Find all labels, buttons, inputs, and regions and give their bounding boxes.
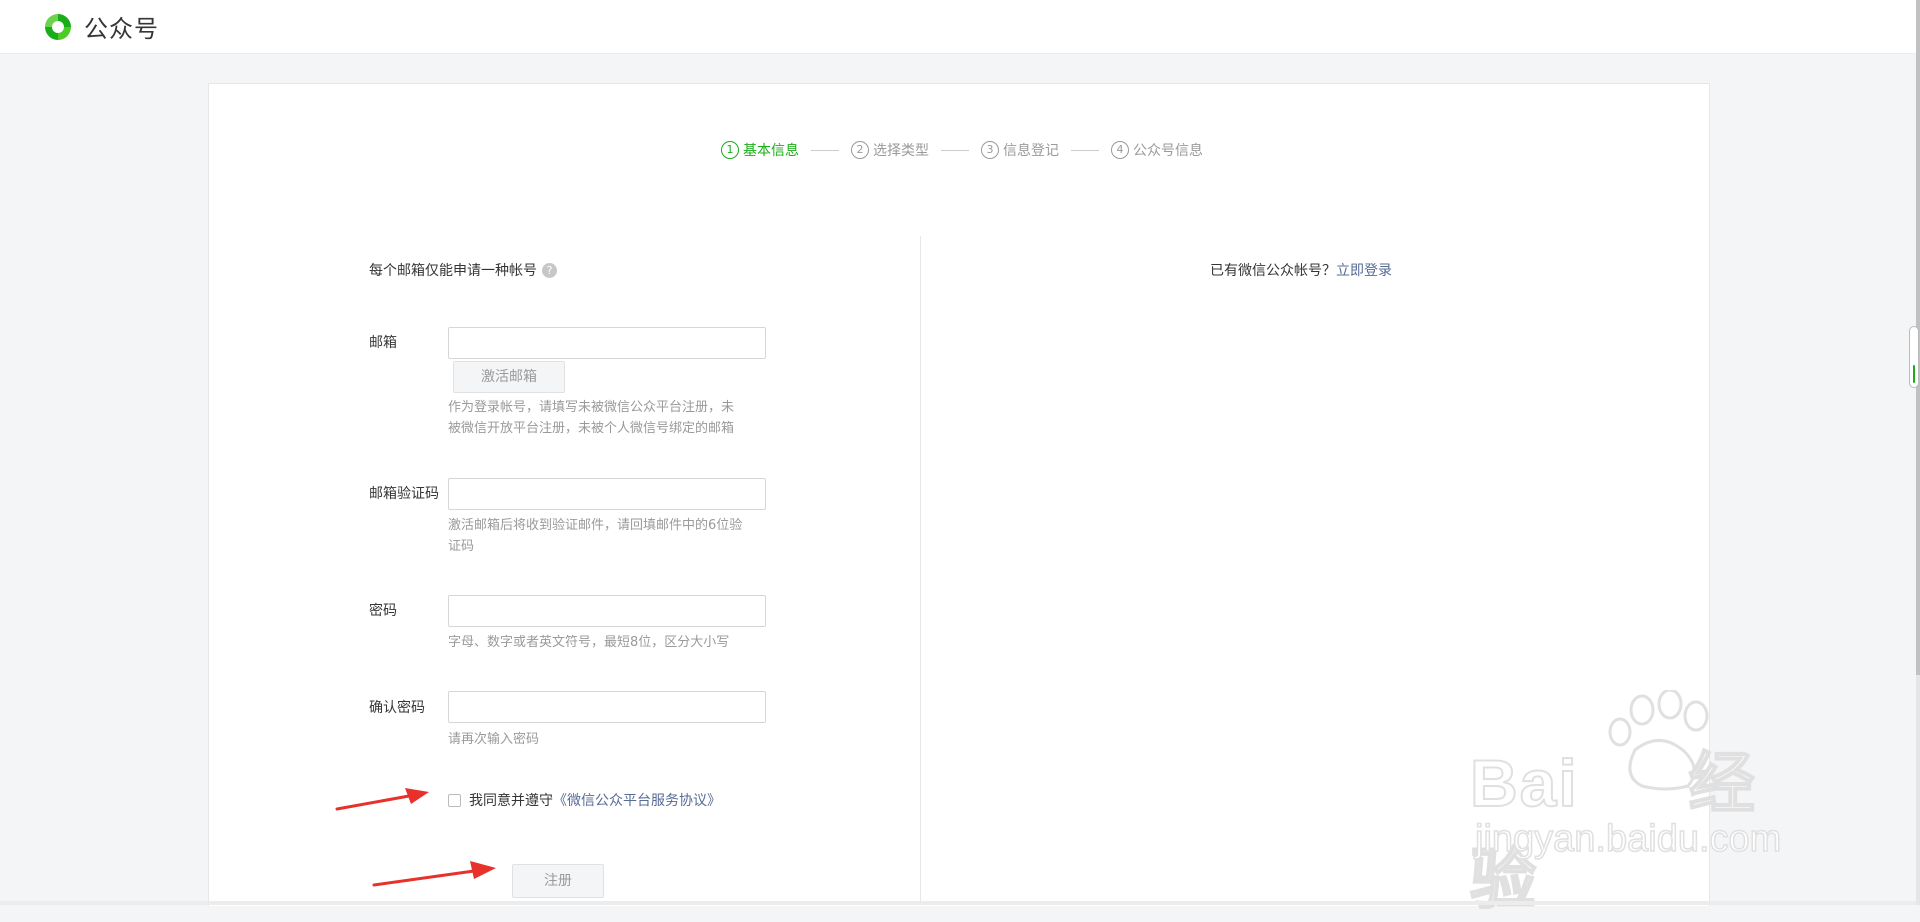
confirm-password-input[interactable] [448, 691, 766, 723]
login-prompt: 已有微信公众帐号？立即登录 [1210, 260, 1392, 280]
scroll-indicator-icon[interactable] [1909, 326, 1919, 388]
confirm-password-hint: 请再次输入密码 [448, 732, 540, 747]
login-link[interactable]: 立即登录 [1336, 263, 1392, 279]
step-connector [941, 149, 969, 151]
step-connector [1071, 149, 1099, 151]
step-4: 4 公众号信息 [1111, 140, 1203, 160]
verification-code-hint-line: 证码 [448, 539, 475, 554]
red-arrow-icon [372, 861, 496, 887]
question-icon[interactable]: ? [542, 262, 557, 278]
login-prompt-text: 已有微信公众帐号？ [1210, 263, 1336, 279]
page-scrollbar[interactable] [1916, 0, 1920, 905]
agreement-link[interactable]: 《微信公众平台服务协议》 [553, 790, 721, 810]
email-hint-line: 被微信开放平台注册，未被个人微信号绑定的邮箱 [448, 421, 735, 436]
top-bar: 公众号 [0, 0, 1916, 54]
wechat-official-account-logo-icon[interactable] [42, 11, 74, 43]
step-number: 4 [1111, 141, 1129, 159]
step-label: 基本信息 [743, 143, 799, 159]
step-number: 2 [851, 141, 869, 159]
baidu-jingyan-watermark: Bai 经验 jingyan.baidu.com [1469, 690, 1820, 917]
logo-text[interactable]: 公众号 [84, 9, 159, 44]
step-3: 3 信息登记 [981, 140, 1059, 160]
step-label: 公众号信息 [1133, 143, 1203, 159]
scroll-indicator-fill [1913, 365, 1915, 383]
email-label: 邮箱 [369, 335, 397, 351]
verification-code-hint-line: 激活邮箱后将收到验证邮件，请回填邮件中的6位验 [448, 518, 743, 533]
step-connector [811, 149, 839, 151]
password-hint: 字母、数字或者英文符号，最短8位，区分大小写 [448, 635, 730, 650]
bottom-strip [0, 901, 1916, 905]
activate-email-button[interactable]: 激活邮箱 [453, 361, 565, 393]
register-button[interactable]: 注册 [512, 864, 604, 898]
agreement-row: 我同意并遵守 《微信公众平台服务协议》 [448, 790, 721, 810]
verification-code-label: 邮箱验证码 [369, 486, 439, 502]
step-number: 1 [721, 141, 739, 159]
step-1: 1 基本信息 [721, 140, 799, 160]
step-number: 3 [981, 141, 999, 159]
email-hint: 作为登录帐号，请填写未被微信公众平台注册，未 被微信开放平台注册，未被个人微信号… [448, 397, 758, 439]
vertical-divider [920, 236, 921, 905]
email-note: 每个邮箱仅能申请一种帐号 ? [369, 260, 557, 280]
verification-code-input[interactable] [448, 478, 766, 510]
email-hint-line: 作为登录帐号，请填写未被微信公众平台注册，未 [448, 400, 735, 415]
confirm-password-label: 确认密码 [369, 700, 425, 716]
agreement-text[interactable]: 我同意并遵守 [469, 790, 553, 810]
agreement-checkbox[interactable] [448, 793, 461, 807]
red-arrow-icon [335, 788, 429, 811]
password-label: 密码 [369, 603, 397, 619]
email-input[interactable] [448, 327, 766, 359]
verification-code-hint: 激活邮箱后将收到验证邮件，请回填邮件中的6位验 证码 [448, 515, 758, 557]
step-label: 信息登记 [1003, 143, 1059, 159]
password-input[interactable] [448, 595, 766, 627]
email-note-text: 每个邮箱仅能申请一种帐号 [369, 263, 537, 279]
step-2: 2 选择类型 [851, 140, 929, 160]
watermark-brand: Bai [1469, 745, 1579, 821]
step-label: 选择类型 [873, 143, 929, 159]
watermark-url: jingyan.baidu.com [1474, 817, 1782, 861]
step-indicator: 1 基本信息 2 选择类型 3 信息登记 4 公众号信息 [721, 140, 1203, 160]
